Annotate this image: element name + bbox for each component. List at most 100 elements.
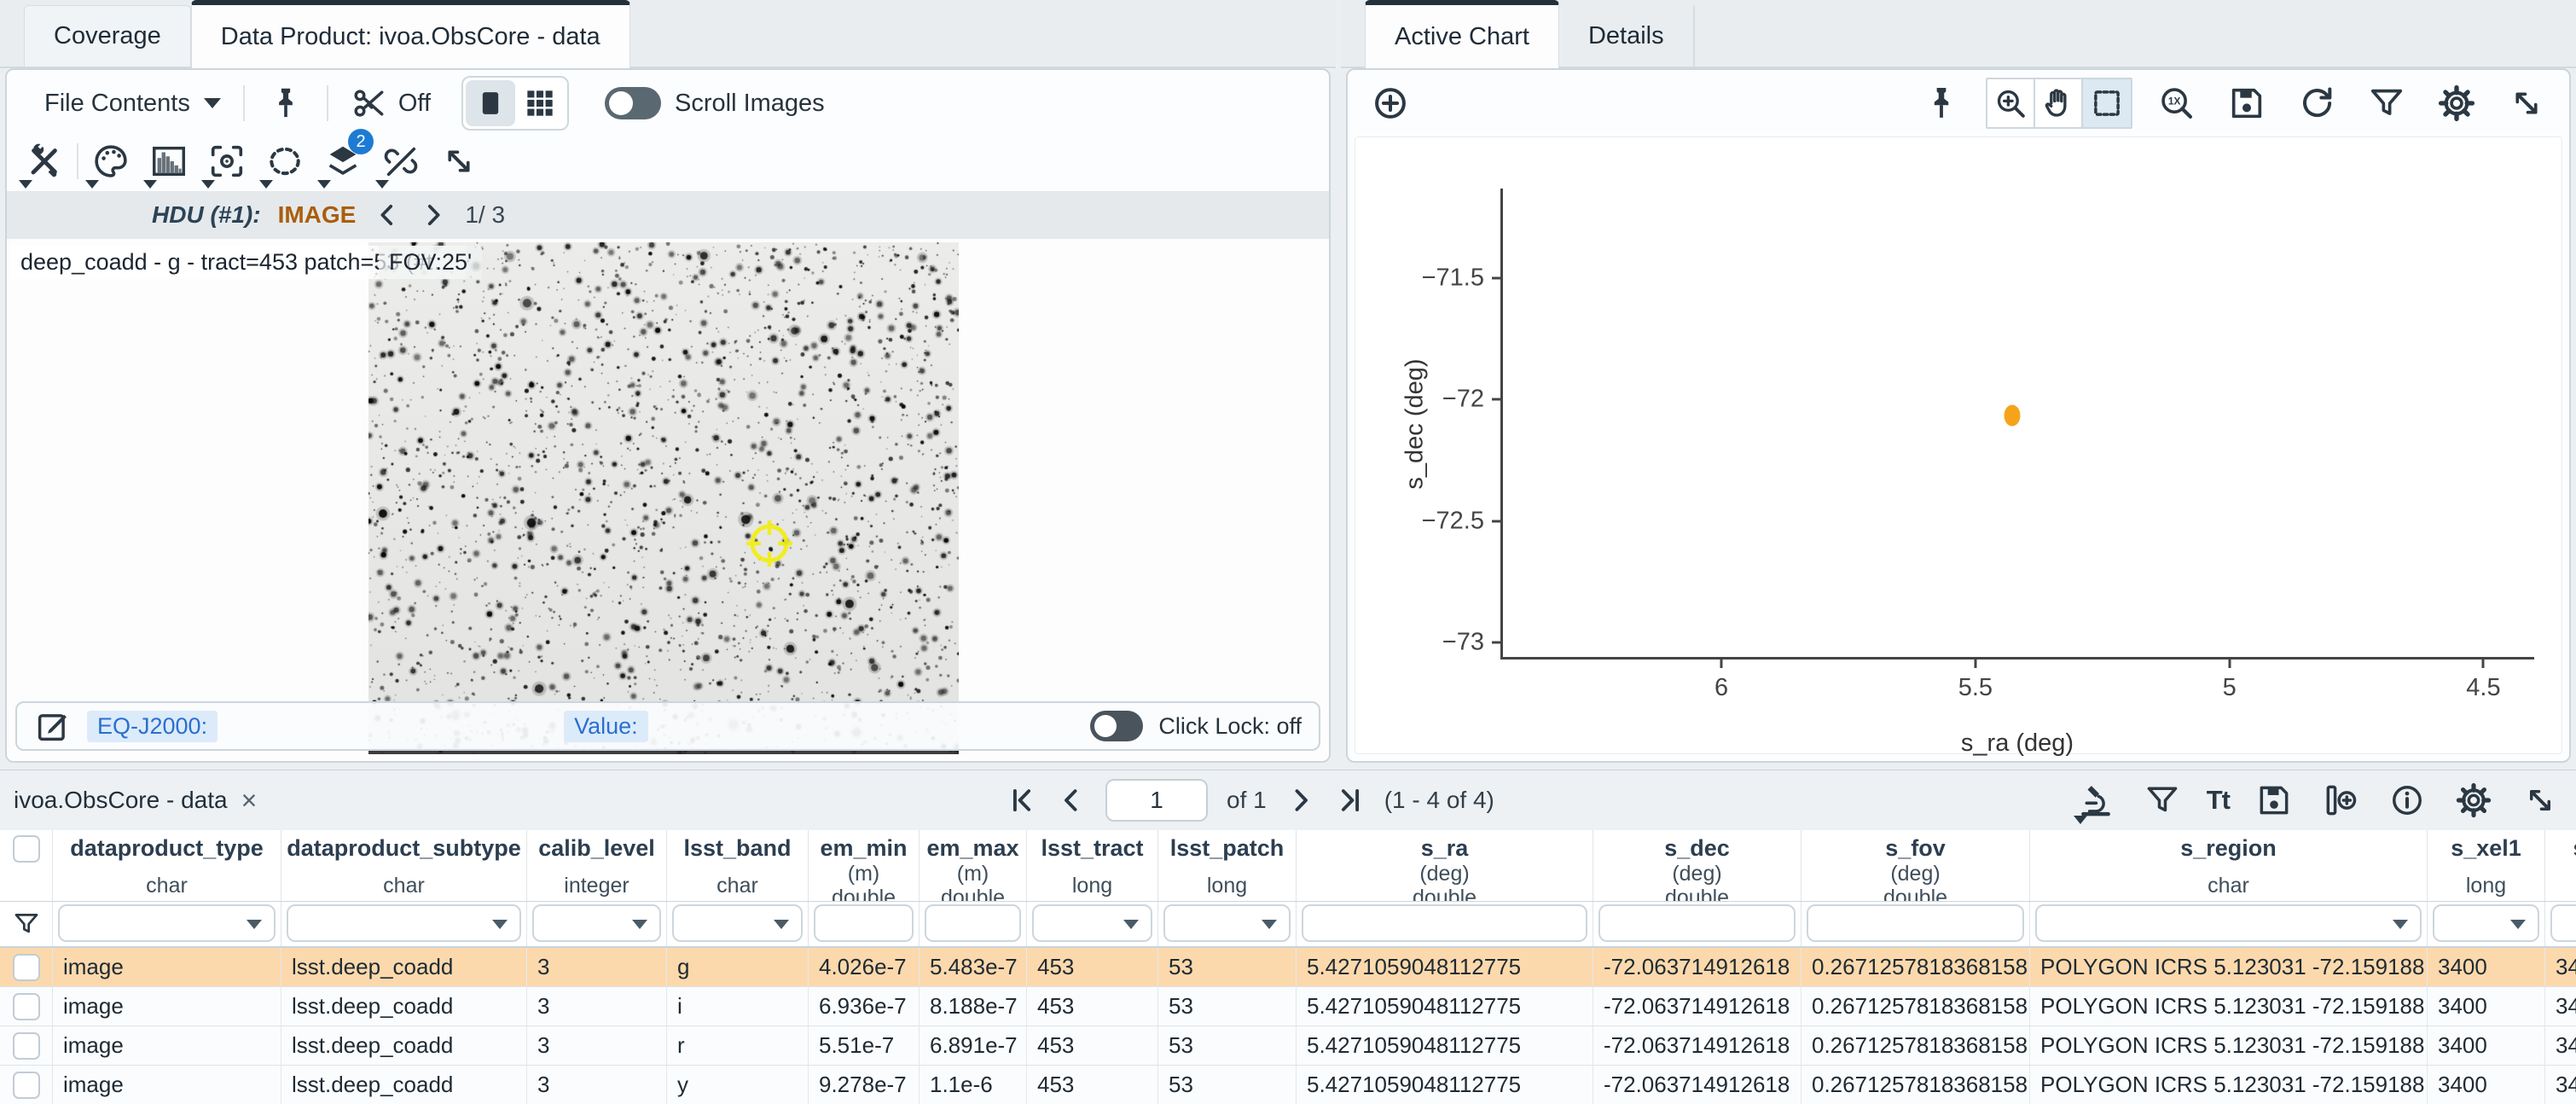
chart-filter-button[interactable] bbox=[2361, 78, 2412, 129]
table-cell-s_fov[interactable]: 0.2671257818368158 bbox=[1801, 948, 2030, 986]
recenter-button[interactable] bbox=[201, 136, 252, 187]
tab-details[interactable]: Details bbox=[1559, 5, 1695, 67]
column-header-em_max[interactable]: em_max(m)double bbox=[920, 830, 1027, 901]
table-cell-s_fov[interactable]: 0.2671257818368158 bbox=[1801, 1026, 2030, 1065]
filter-em_min[interactable] bbox=[814, 904, 914, 942]
column-header-calib_level[interactable]: calib_levelinteger bbox=[527, 830, 667, 901]
table-cell-lsst_tract[interactable]: 453 bbox=[1027, 1026, 1158, 1065]
column-header-s_xe[interactable]: s_xelon bbox=[2545, 830, 2576, 901]
tab-coverage[interactable]: Coverage bbox=[24, 5, 191, 67]
table-cell-s_xel1[interactable]: 3400 bbox=[2428, 948, 2545, 986]
data-point[interactable] bbox=[2005, 404, 2021, 426]
expand-image-button[interactable] bbox=[433, 136, 484, 187]
column-header-dataproduct_type[interactable]: dataproduct_typechar bbox=[53, 830, 281, 901]
table-cell-s_fov[interactable]: 0.2671257818368158 bbox=[1801, 1066, 2030, 1104]
chart-pin-button[interactable] bbox=[1916, 78, 1967, 129]
table-cell-s_dec[interactable]: -72.063714912618 bbox=[1593, 987, 1801, 1026]
table-cell-lsst_tract[interactable]: 453 bbox=[1027, 987, 1158, 1026]
column-header-s_dec[interactable]: s_dec(deg)double bbox=[1593, 830, 1801, 901]
table-cell-s_ra[interactable]: 5.4271059048112775 bbox=[1297, 1066, 1593, 1104]
zoom-mode-button[interactable] bbox=[1987, 79, 2035, 127]
single-view-button[interactable] bbox=[466, 80, 515, 126]
chart-expand-button[interactable] bbox=[2501, 78, 2552, 129]
table-cell-s_region[interactable]: POLYGON ICRS 5.123031 -72.159188 5.73 bbox=[2030, 948, 2428, 986]
hdu-prev-button[interactable] bbox=[373, 200, 402, 230]
unlink-wcs-button[interactable] bbox=[375, 136, 426, 187]
table-tab[interactable]: ivoa.ObsCore - data × bbox=[14, 787, 257, 814]
table-cell-s_dec[interactable]: -72.063714912618 bbox=[1593, 1026, 1801, 1065]
column-header-s_region[interactable]: s_regionchar bbox=[2030, 830, 2428, 901]
table-row[interactable]: imagelsst.deep_coadd3i6.936e-78.188e-745… bbox=[0, 987, 2576, 1026]
filter-s_xel1[interactable] bbox=[2433, 904, 2539, 942]
table-cell-s_fov[interactable]: 0.2671257818368158 bbox=[1801, 987, 2030, 1026]
table-cell-lsst_patch[interactable]: 53 bbox=[1158, 1066, 1297, 1104]
tab-active-chart[interactable]: Active Chart bbox=[1365, 0, 1559, 68]
table-cell-calib_level[interactable]: 3 bbox=[527, 1026, 667, 1065]
filter-calib_level[interactable] bbox=[532, 904, 661, 942]
table-cell-s_ra[interactable]: 5.4271059048112775 bbox=[1297, 948, 1593, 986]
table-cell-s_xe[interactable]: 3400 bbox=[2545, 987, 2576, 1026]
filter-lsst_patch[interactable] bbox=[1163, 904, 1291, 942]
table-cell-s_ra[interactable]: 5.4271059048112775 bbox=[1297, 1026, 1593, 1065]
scatter-chart[interactable]: s_dec (deg) s_ra (deg) 65.554.5−71.5−72−… bbox=[1355, 137, 2562, 754]
layers-button[interactable]: 2 bbox=[317, 136, 368, 187]
color-palette-button[interactable] bbox=[85, 136, 136, 187]
column-header-lsst_tract[interactable]: lsst_tractlong bbox=[1027, 830, 1158, 901]
tab-data-product[interactable]: Data Product: ivoa.ObsCore - data bbox=[191, 0, 630, 68]
row-checkbox[interactable] bbox=[13, 993, 40, 1020]
filter-s_fov[interactable] bbox=[1807, 904, 2024, 942]
table-cell-dataproduct_type[interactable]: image bbox=[53, 948, 281, 986]
column-header-s_fov[interactable]: s_fov(deg)double bbox=[1801, 830, 2030, 901]
next-page-button[interactable] bbox=[1285, 785, 1316, 816]
table-cell-dataproduct_subtype[interactable]: lsst.deep_coadd bbox=[281, 948, 527, 986]
chart-save-button[interactable] bbox=[2221, 78, 2272, 129]
pan-mode-button[interactable] bbox=[2035, 79, 2083, 127]
filter-em_max[interactable] bbox=[925, 904, 1021, 942]
table-cell-em_min[interactable]: 4.026e-7 bbox=[809, 948, 920, 986]
table-cell-s_region[interactable]: POLYGON ICRS 5.123031 -72.159188 5.73 bbox=[2030, 1066, 2428, 1104]
table-cell-s_xe[interactable]: 3400 bbox=[2545, 1066, 2576, 1104]
table-info-button[interactable] bbox=[2385, 778, 2429, 822]
table-cell-dataproduct_subtype[interactable]: lsst.deep_coadd bbox=[281, 1026, 527, 1065]
table-filter-button[interactable] bbox=[2140, 778, 2184, 822]
table-cell-s_dec[interactable]: -72.063714912618 bbox=[1593, 948, 1801, 986]
hdu-next-button[interactable] bbox=[419, 200, 448, 230]
table-cell-dataproduct_type[interactable]: image bbox=[53, 1066, 281, 1104]
tools-button[interactable] bbox=[19, 136, 70, 187]
last-page-button[interactable] bbox=[1335, 785, 1366, 816]
zoom-original-button[interactable]: 1X bbox=[2151, 78, 2202, 129]
add-column-button[interactable] bbox=[2318, 778, 2363, 822]
table-settings-button[interactable] bbox=[2451, 778, 2496, 822]
table-cell-s_xel1[interactable]: 3400 bbox=[2428, 1026, 2545, 1065]
fits-image-viewer[interactable]: deep_coadd - g - tract=453 patch=53 (#t…… bbox=[7, 239, 1329, 761]
popout-edit-icon[interactable] bbox=[34, 707, 72, 745]
table-cell-lsst_tract[interactable]: 453 bbox=[1027, 1066, 1158, 1104]
table-cell-s_xe[interactable]: 3400 bbox=[2545, 948, 2576, 986]
table-cell-lsst_band[interactable]: r bbox=[667, 1026, 809, 1065]
table-cell-dataproduct_subtype[interactable]: lsst.deep_coadd bbox=[281, 987, 527, 1026]
select-mode-button[interactable] bbox=[2083, 79, 2131, 127]
close-icon[interactable]: × bbox=[241, 787, 258, 814]
table-cell-em_min[interactable]: 5.51e-7 bbox=[809, 1026, 920, 1065]
text-view-button[interactable]: Tt bbox=[2207, 785, 2230, 816]
page-number-input[interactable] bbox=[1105, 779, 1208, 822]
row-checkbox[interactable] bbox=[13, 954, 40, 981]
filter-dataproduct_subtype[interactable] bbox=[287, 904, 521, 942]
table-cell-dataproduct_type[interactable]: image bbox=[53, 987, 281, 1026]
table-cell-s_xe[interactable]: 3400 bbox=[2545, 1026, 2576, 1065]
filter-s_dec[interactable] bbox=[1598, 904, 1796, 942]
filter-lsst_band[interactable] bbox=[672, 904, 803, 942]
filter-s_ra[interactable] bbox=[1302, 904, 1587, 942]
row-checkbox[interactable] bbox=[13, 1032, 40, 1060]
table-cell-calib_level[interactable]: 3 bbox=[527, 1066, 667, 1104]
table-save-button[interactable] bbox=[2252, 778, 2296, 822]
table-cell-s_ra[interactable]: 5.4271059048112775 bbox=[1297, 987, 1593, 1026]
scroll-images-toggle[interactable]: Scroll Images bbox=[605, 87, 825, 119]
column-header-dataproduct_subtype[interactable]: dataproduct_subtypechar bbox=[281, 830, 527, 901]
table-cell-s_region[interactable]: POLYGON ICRS 5.123031 -72.159188 5.73 bbox=[2030, 987, 2428, 1026]
filter-dataproduct_type[interactable] bbox=[58, 904, 276, 942]
table-row[interactable]: imagelsst.deep_coadd3g4.026e-75.483e-745… bbox=[0, 948, 2576, 987]
row-checkbox[interactable] bbox=[13, 1072, 40, 1099]
chart-settings-button[interactable] bbox=[2431, 78, 2482, 129]
column-header-s_ra[interactable]: s_ra(deg)double bbox=[1297, 830, 1593, 901]
